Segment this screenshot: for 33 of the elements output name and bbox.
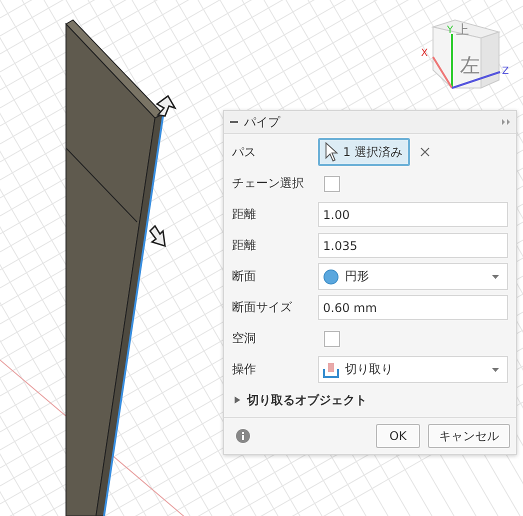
selection-button[interactable]: 1 選択済み <box>318 138 410 166</box>
dropdown[interactable]: 切り取り <box>318 356 508 383</box>
x-axis-label: X <box>421 48 428 59</box>
y-axis-label: Y <box>447 25 454 36</box>
info-icon[interactable] <box>236 429 250 443</box>
triangle-right-icon[interactable] <box>234 395 241 405</box>
cancel-button[interactable]: キャンセル <box>428 424 510 448</box>
z-axis-label: Z <box>502 66 509 77</box>
checkbox[interactable] <box>324 330 340 346</box>
input-field[interactable]: 0.60 mm <box>318 295 508 320</box>
circle-icon <box>323 268 339 284</box>
dialog-title: パイプ <box>244 114 282 130</box>
arrow-down-icon[interactable] <box>149 224 166 248</box>
input-field[interactable]: 1.035 <box>318 233 508 258</box>
field-label: 断面サイズ <box>232 299 293 316</box>
section-label[interactable]: 切り取るオブジェクト <box>247 392 367 408</box>
field-label: チェーン選択 <box>232 175 305 192</box>
checkbox[interactable] <box>324 176 340 192</box>
cut-icon <box>323 362 339 378</box>
dropdown[interactable]: 円形 <box>318 263 508 290</box>
field-label: 断面 <box>232 268 257 285</box>
field-label: パス <box>232 144 257 160</box>
field-label: 空洞 <box>232 330 257 347</box>
ok-button[interactable]: OK <box>376 424 420 448</box>
field-label: 距離 <box>232 237 257 254</box>
field-label: 距離 <box>232 206 257 223</box>
cursor-icon <box>324 142 340 162</box>
close-icon[interactable] <box>420 147 430 157</box>
input-field[interactable]: 1.00 <box>318 202 508 227</box>
caret-icon <box>492 368 499 372</box>
field-label: 操作 <box>232 361 257 378</box>
caret-icon <box>492 274 499 278</box>
arrow-up-icon[interactable] <box>156 94 177 117</box>
